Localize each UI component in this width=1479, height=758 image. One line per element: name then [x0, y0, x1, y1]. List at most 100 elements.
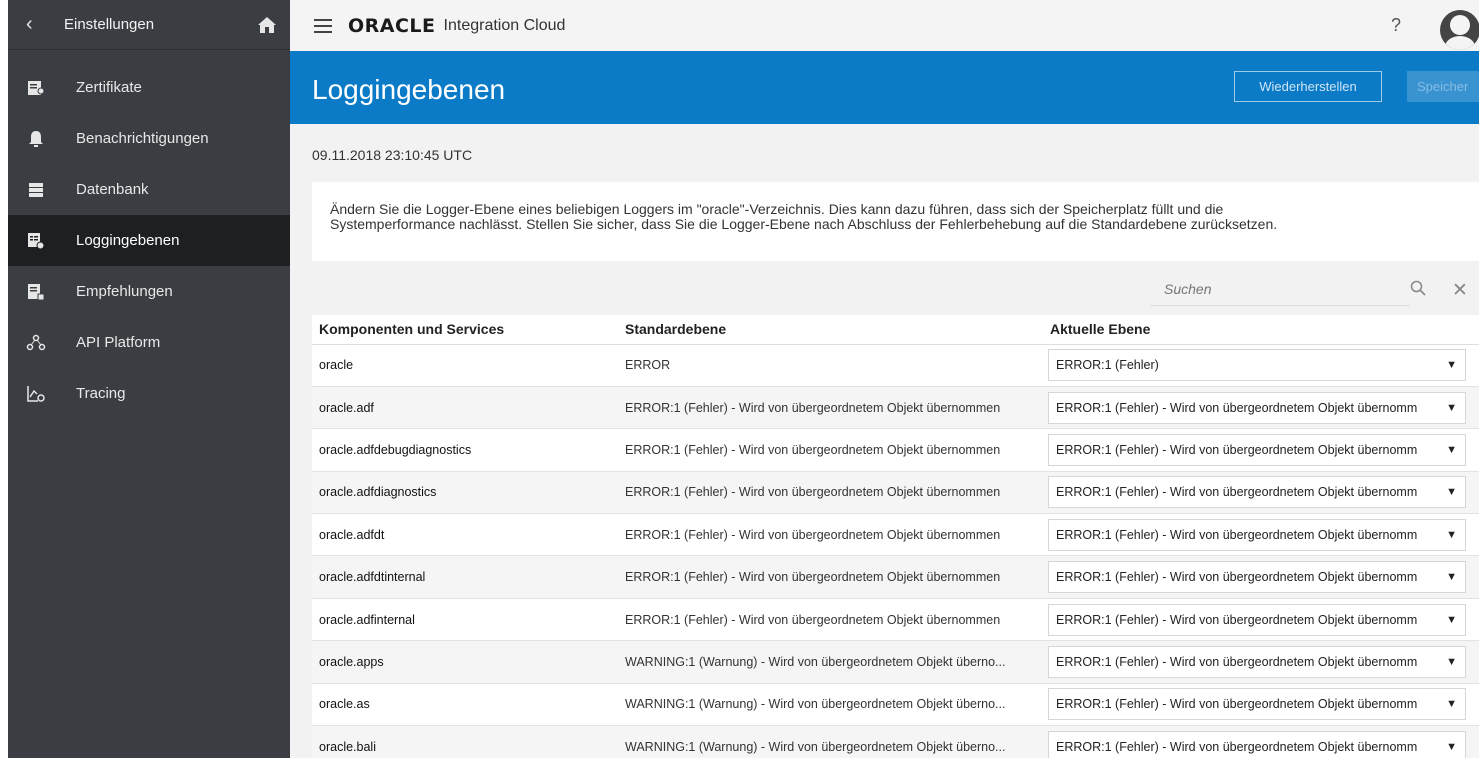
sidebar-header: ‹ Einstellungen	[8, 0, 290, 50]
dropdown-arrow-icon: ▼	[1446, 486, 1457, 499]
dropdown-arrow-icon: ▼	[1446, 443, 1457, 456]
help-icon[interactable]: ?	[1391, 15, 1401, 36]
current-level-select[interactable]: ERROR:1 (Fehler) - Wird von übergeordnet…	[1048, 730, 1466, 758]
current-level-cell: ERROR:1 (Fehler) - Wird von übergeordnet…	[1043, 598, 1479, 642]
sidebar-item-benachrichtigungen[interactable]: Benachrichtigungen	[8, 113, 290, 164]
table-row: oracle.apps WARNING:1 (Warnung) - Wird v…	[312, 640, 1479, 684]
default-level-cell: WARNING:1 (Warnung) - Wird von übergeord…	[618, 683, 1043, 727]
logger-table: Komponenten und Services Standardebene A…	[312, 315, 1479, 758]
component-cell: oracle.as	[312, 683, 618, 727]
default-level-cell: WARNING:1 (Warnung) - Wird von übergeord…	[618, 640, 1043, 684]
sidebar-item-empfehlungen[interactable]: Empfehlungen	[8, 266, 290, 317]
current-level-select[interactable]: ERROR:1 (Fehler) - Wird von übergeordnet…	[1048, 645, 1466, 678]
home-icon[interactable]	[256, 14, 278, 36]
current-level-select[interactable]: ERROR:1 (Fehler) - Wird von übergeordnet…	[1048, 688, 1466, 721]
timestamp: 09.11.2018 23:10:45 UTC	[312, 147, 473, 163]
page-title: Loggingebenen	[312, 74, 506, 105]
current-level-cell: ERROR:1 (Fehler) - Wird von übergeordnet…	[1043, 513, 1479, 557]
dropdown-arrow-icon: ▼	[1446, 528, 1457, 541]
sidebar-item-zertifikate[interactable]: Zertifikate	[8, 62, 290, 113]
component-cell: oracle.bali	[312, 725, 618, 758]
column-header-component[interactable]: Komponenten und Services	[312, 315, 618, 345]
sidebar-item-label: Zertifikate	[76, 79, 142, 96]
api-icon	[26, 333, 46, 353]
sidebar-item-label: Loggingebenen	[76, 232, 180, 249]
select-value: ERROR:1 (Fehler) - Wird von übergeordnet…	[1056, 442, 1418, 457]
current-level-select[interactable]: ERROR:1 (Fehler) - Wird von übergeordnet…	[1048, 433, 1466, 466]
dropdown-arrow-icon: ▼	[1446, 698, 1457, 711]
component-cell: oracle.adfdtinternal	[312, 555, 618, 599]
select-value: ERROR:1 (Fehler) - Wird von übergeordnet…	[1056, 527, 1418, 542]
current-level-select[interactable]: ERROR:1 (Fehler) - Wird von übergeordnet…	[1048, 391, 1466, 424]
dropdown-arrow-icon: ▼	[1446, 571, 1457, 584]
sidebar-item-tracing[interactable]: Tracing	[8, 368, 290, 419]
database-icon	[26, 180, 46, 200]
sidebar-item-datenbank[interactable]: Datenbank	[8, 164, 290, 215]
component-cell: oracle.adfinternal	[312, 598, 618, 642]
search-icon[interactable]	[1410, 280, 1428, 298]
component-cell: oracle.adfdebugdiagnostics	[312, 428, 618, 472]
sidebar-item-api-platform[interactable]: API Platform	[8, 317, 290, 368]
current-level-select[interactable]: ERROR:1 (Fehler) ▼	[1048, 349, 1466, 382]
description-line: Systemperformance nachlässt. Stellen Sie…	[330, 216, 1278, 232]
table-row: oracle.adf ERROR:1 (Fehler) - Wird von ü…	[312, 386, 1479, 430]
user-avatar-icon[interactable]	[1440, 10, 1479, 50]
current-level-select[interactable]: ERROR:1 (Fehler) - Wird von übergeordnet…	[1048, 561, 1466, 594]
table-row: oracle.adfdt ERROR:1 (Fehler) - Wird von…	[312, 513, 1479, 557]
current-level-select[interactable]: ERROR:1 (Fehler) - Wird von übergeordnet…	[1048, 518, 1466, 551]
default-level-cell: ERROR:1 (Fehler) - Wird von übergeordnet…	[618, 428, 1043, 472]
sidebar-item-label: Empfehlungen	[76, 283, 173, 300]
clear-search-icon[interactable]: ✕	[1452, 279, 1468, 302]
current-level-cell: ERROR:1 (Fehler) - Wird von übergeordnet…	[1043, 555, 1479, 599]
page-header: Loggingebenen Wiederherstellen Speicher	[290, 51, 1479, 124]
select-value: ERROR:1 (Fehler) - Wird von übergeordnet…	[1056, 612, 1418, 627]
select-value: ERROR:1 (Fehler) - Wird von übergeordnet…	[1056, 739, 1418, 754]
save-button[interactable]: Speicher	[1407, 71, 1479, 102]
current-level-select[interactable]: ERROR:1 (Fehler) - Wird von übergeordnet…	[1048, 603, 1466, 636]
back-chevron-icon[interactable]: ‹	[26, 13, 48, 36]
dropdown-arrow-icon: ▼	[1446, 401, 1457, 414]
column-header-default-level[interactable]: Standardebene	[618, 315, 1043, 345]
current-level-select[interactable]: ERROR:1 (Fehler) - Wird von übergeordnet…	[1048, 476, 1466, 509]
table-row: oracle ERROR ERROR:1 (Fehler) ▼	[312, 344, 1479, 387]
current-level-cell: ERROR:1 (Fehler) - Wird von übergeordnet…	[1043, 471, 1479, 515]
default-level-cell: ERROR:1 (Fehler) - Wird von übergeordnet…	[618, 513, 1043, 557]
current-level-cell: ERROR:1 (Fehler) ▼	[1043, 344, 1479, 387]
recommendations-icon	[26, 282, 46, 302]
select-value: ERROR:1 (Fehler) - Wird von übergeordnet…	[1056, 697, 1418, 712]
table-row: oracle.bali WARNING:1 (Warnung) - Wird v…	[312, 725, 1479, 758]
select-value: ERROR:1 (Fehler)	[1056, 358, 1159, 373]
logger-table-panel: ✕ Komponenten und Services Standardebene…	[312, 260, 1479, 758]
sidebar-item-label: Datenbank	[76, 181, 149, 198]
sidebar-item-loggingebenen[interactable]: Loggingebenen	[8, 215, 290, 266]
tracing-icon	[26, 384, 46, 404]
sidebar-item-label: Benachrichtigungen	[76, 130, 209, 147]
sidebar-title: Einstellungen	[64, 16, 155, 33]
select-value: ERROR:1 (Fehler) - Wird von übergeordnet…	[1056, 485, 1418, 500]
select-value: ERROR:1 (Fehler) - Wird von übergeordnet…	[1056, 400, 1418, 415]
default-level-cell: ERROR	[618, 344, 1043, 387]
default-level-cell: ERROR:1 (Fehler) - Wird von übergeordnet…	[618, 598, 1043, 642]
search-box: ✕	[1150, 274, 1468, 306]
dropdown-arrow-icon: ▼	[1446, 613, 1457, 626]
current-level-cell: ERROR:1 (Fehler) - Wird von übergeordnet…	[1043, 386, 1479, 430]
hamburger-menu-icon[interactable]	[314, 18, 332, 33]
left-edge	[0, 0, 8, 758]
table-header-row: Komponenten und Services Standardebene A…	[312, 315, 1479, 345]
default-level-cell: ERROR:1 (Fehler) - Wird von übergeordnet…	[618, 471, 1043, 515]
select-value: ERROR:1 (Fehler) - Wird von übergeordnet…	[1056, 570, 1418, 585]
table-row: oracle.as WARNING:1 (Warnung) - Wird von…	[312, 683, 1479, 727]
component-cell: oracle.adf	[312, 386, 618, 430]
component-cell: oracle	[312, 344, 618, 387]
main-content: 09.11.2018 23:10:45 UTC Ändern Sie die L…	[290, 124, 1479, 758]
current-level-cell: ERROR:1 (Fehler) - Wird von übergeordnet…	[1043, 428, 1479, 472]
component-cell: oracle.apps	[312, 640, 618, 684]
search-input[interactable]	[1150, 274, 1370, 304]
default-level-cell: WARNING:1 (Warnung) - Wird von übergeord…	[618, 725, 1043, 758]
table-row: oracle.adfdiagnostics ERROR:1 (Fehler) -…	[312, 471, 1479, 515]
column-header-current-level[interactable]: Aktuelle Ebene	[1043, 315, 1479, 345]
sidebar-list: Zertifikate Benachrichtigungen Datenbank…	[8, 50, 290, 419]
restore-button[interactable]: Wiederherstellen	[1234, 71, 1382, 102]
component-cell: oracle.adfdiagnostics	[312, 471, 618, 515]
current-level-cell: ERROR:1 (Fehler) - Wird von übergeordnet…	[1043, 640, 1479, 684]
